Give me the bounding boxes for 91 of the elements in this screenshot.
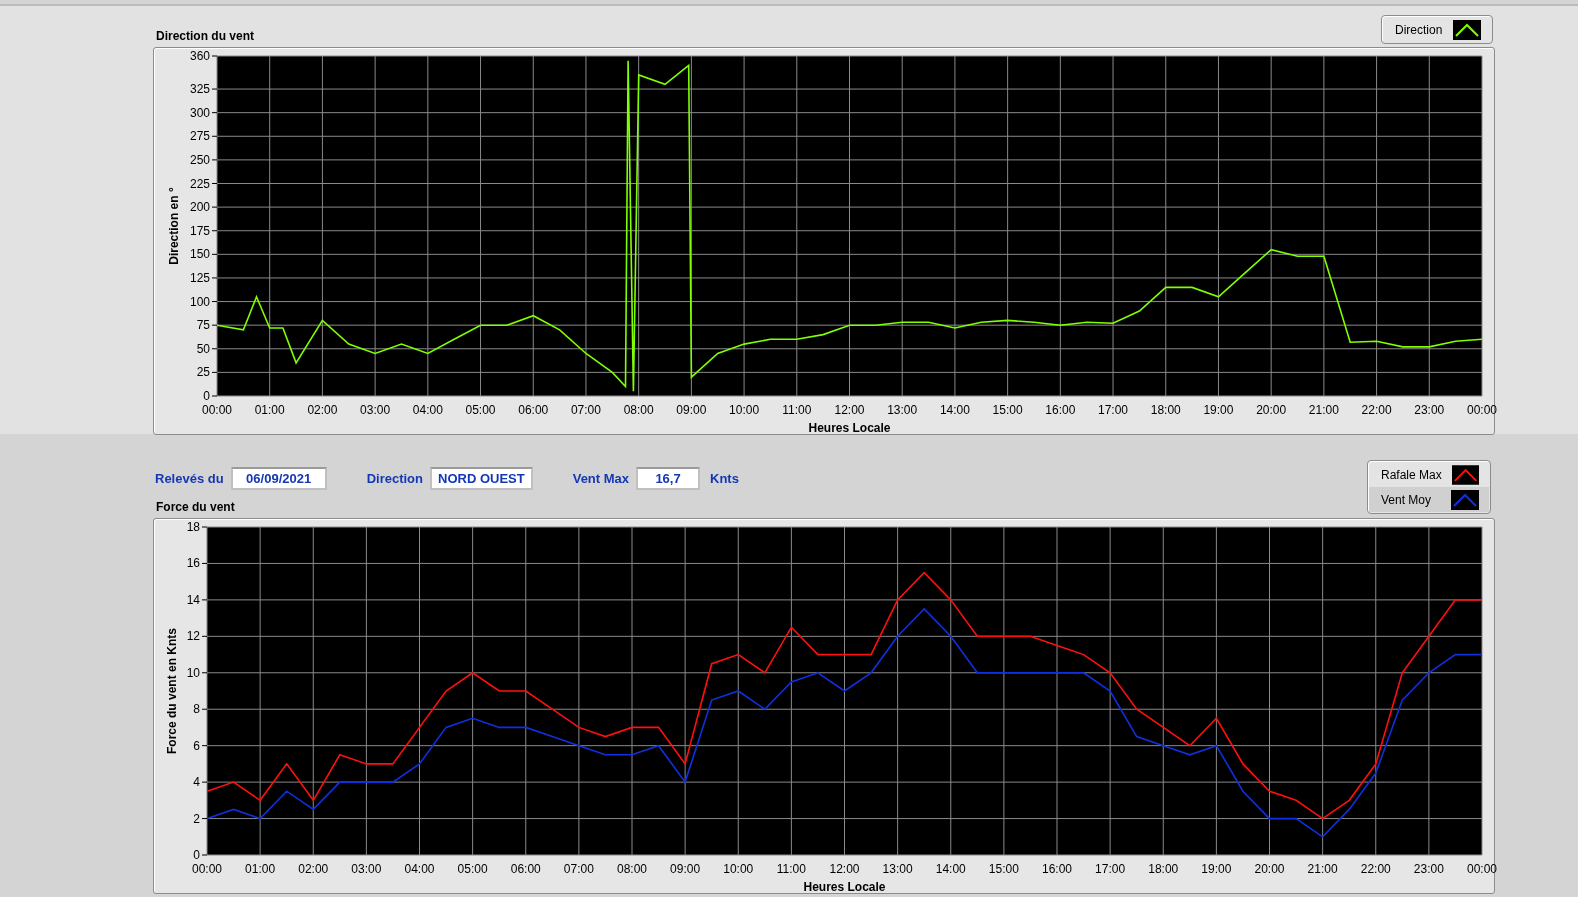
tick-label: 16:00 <box>1042 862 1072 876</box>
tick-label: 0 <box>203 389 210 403</box>
tick-label: 18 <box>186 520 200 534</box>
tick-label: 21:00 <box>1308 403 1339 417</box>
tick-label: 250 <box>189 152 210 167</box>
tick-label: 19:00 <box>1201 862 1232 876</box>
x-axis-label: Heures Locale <box>803 880 886 894</box>
tick-label: 10 <box>186 665 200 680</box>
tick-label: 03:00 <box>351 862 382 876</box>
tick-label: 04:00 <box>404 862 435 876</box>
tick-label: 360 <box>189 49 210 63</box>
tick-label: 4 <box>193 775 200 790</box>
tick-label: 150 <box>189 247 210 262</box>
tick-label: 10:00 <box>723 862 754 876</box>
tick-label: 09:00 <box>670 862 701 876</box>
tick-label: 08:00 <box>617 862 647 876</box>
tick-label: 11:00 <box>776 862 806 876</box>
tick-label: 0 <box>193 848 200 862</box>
y-axis-label: Direction en ° <box>167 187 181 265</box>
tick-label: 04:00 <box>412 403 443 417</box>
tick-label: 16:00 <box>1045 403 1076 417</box>
legend-label: Vent Moy <box>1381 492 1433 507</box>
tick-label: 02:00 <box>298 862 329 876</box>
tick-label: 02:00 <box>307 403 338 417</box>
tick-label: 325 <box>189 82 210 97</box>
unit-label: Knts <box>710 471 739 486</box>
tick-label: 175 <box>189 223 210 238</box>
tick-label: 07:00 <box>563 862 594 876</box>
legend-label: Rafale Max <box>1381 467 1442 482</box>
legend-label: Direction <box>1395 22 1443 37</box>
tick-label: 15:00 <box>988 862 1019 876</box>
tick-label: 12 <box>186 629 200 644</box>
tick-label: 09:00 <box>676 403 707 417</box>
tick-label: 21:00 <box>1307 862 1338 876</box>
readout-field: 06/09/2021 <box>230 467 327 490</box>
tick-label: 2 <box>193 811 200 826</box>
tick-label: 225 <box>189 176 210 191</box>
tick-label: 22:00 <box>1360 862 1391 876</box>
tick-label: 19:00 <box>1203 403 1234 417</box>
readout-field: 16,7 <box>636 467 701 490</box>
tick-label: 14 <box>186 592 200 607</box>
tick-label: 10:00 <box>729 403 760 417</box>
tick-label: 12:00 <box>834 403 865 417</box>
tick-label: 50 <box>196 341 210 356</box>
tick-label: 11:00 <box>782 403 812 417</box>
readout-field: NORD OUEST <box>430 467 533 490</box>
tick-label: 05:00 <box>457 862 488 876</box>
tick-label: 18:00 <box>1148 862 1179 876</box>
tick-label: 14:00 <box>935 862 966 876</box>
tick-label: 20:00 <box>1256 403 1287 417</box>
tick-label: 13:00 <box>887 403 918 417</box>
tick-label: 01:00 <box>254 403 285 417</box>
tick-label: 01:00 <box>245 862 276 876</box>
y-axis-label: Force du vent en Knts <box>165 628 179 754</box>
tick-label: 00:00 <box>1467 403 1497 417</box>
tick-label: 05:00 <box>465 403 496 417</box>
tick-label: 00:00 <box>202 403 232 417</box>
tick-label: 08:00 <box>623 403 654 417</box>
tick-label: 125 <box>189 270 210 285</box>
tick-label: 06:00 <box>510 862 541 876</box>
tick-label: 75 <box>196 318 210 333</box>
chart-title: Force du vent <box>156 500 236 514</box>
tick-label: 22:00 <box>1361 403 1392 417</box>
tick-label: 6 <box>193 738 200 753</box>
tick-label: 18:00 <box>1150 403 1181 417</box>
tick-label: 100 <box>189 294 210 309</box>
field-label: Direction <box>366 471 423 486</box>
tick-label: 17:00 <box>1098 403 1129 417</box>
tick-label: 23:00 <box>1414 403 1445 417</box>
tick-label: 200 <box>189 200 210 215</box>
tick-label: 8 <box>193 702 200 717</box>
tick-label: 23:00 <box>1413 862 1444 876</box>
tick-label: 07:00 <box>570 403 601 417</box>
x-axis-label: Heures Locale <box>808 421 891 435</box>
field-label: Relevés du <box>155 471 224 486</box>
tick-label: 00:00 <box>1467 862 1497 876</box>
tick-label: 15:00 <box>992 403 1023 417</box>
tick-label: 16 <box>186 556 200 571</box>
tick-label: 300 <box>189 105 210 120</box>
tick-label: 06:00 <box>518 403 549 417</box>
field-label: Vent Max <box>572 471 630 486</box>
tick-label: 13:00 <box>882 862 913 876</box>
tick-label: 12:00 <box>829 862 860 876</box>
chart-title: Direction du vent <box>156 29 254 43</box>
tick-label: 03:00 <box>360 403 391 417</box>
tick-label: 00:00 <box>192 862 222 876</box>
tick-label: 25 <box>196 365 210 380</box>
tick-label: 20:00 <box>1254 862 1285 876</box>
tick-label: 17:00 <box>1095 862 1126 876</box>
tick-label: 14:00 <box>939 403 970 417</box>
tick-label: 275 <box>189 129 210 144</box>
